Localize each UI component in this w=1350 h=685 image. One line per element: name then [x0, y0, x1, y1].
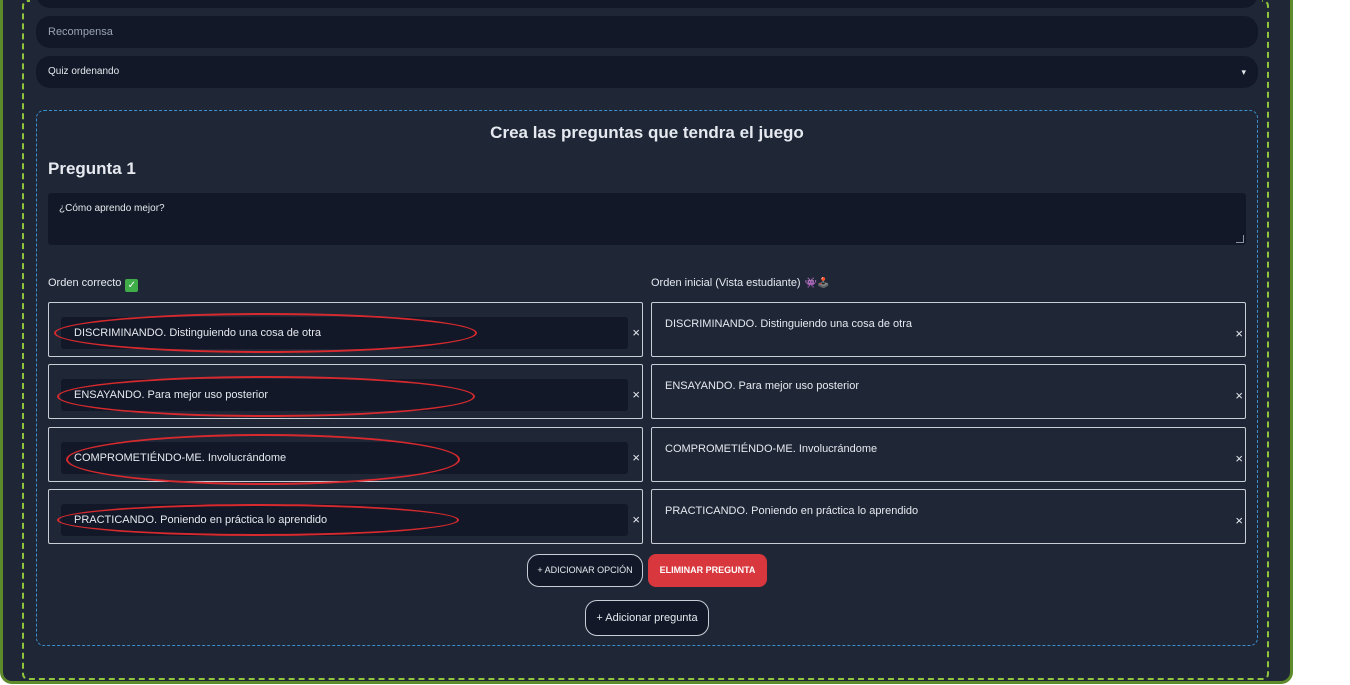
initial-option-card[interactable]: ENSAYANDO. Para mejor uso posterior ×: [651, 364, 1246, 419]
game-type-select[interactable]: Quiz ordenando ▾: [36, 56, 1258, 88]
correct-option-row: ENSAYANDO. Para mejor uso posterior ×: [48, 364, 643, 419]
initial-order-label: Orden inicial (Vista estudiante) 👾🕹️: [651, 277, 830, 289]
check-icon: ✓: [125, 279, 139, 292]
correct-option-input[interactable]: ENSAYANDO. Para mejor uso posterior: [61, 379, 628, 411]
close-icon[interactable]: ×: [1235, 513, 1243, 528]
initial-option-text: PRACTICANDO. Poniendo en práctica lo apr…: [665, 505, 919, 517]
reward-input[interactable]: Recompensa: [36, 16, 1258, 48]
game-icons: 👾🕹️: [804, 278, 830, 289]
correct-option-row: PRACTICANDO. Poniendo en práctica lo apr…: [48, 489, 643, 544]
close-icon[interactable]: ×: [632, 325, 640, 340]
close-icon[interactable]: ×: [632, 387, 640, 402]
correct-option-row: COMPROMETIÉNDO-ME. Involucrándome ×: [48, 427, 643, 482]
caret-down-icon: ▾: [1241, 67, 1246, 77]
close-icon[interactable]: ×: [1235, 388, 1243, 403]
question-title: Pregunta 1: [48, 159, 136, 178]
game-type-selected: Quiz ordenando: [48, 66, 120, 77]
correct-option-input[interactable]: DISCRIMINANDO. Distinguiendo una cosa de…: [61, 317, 628, 349]
initial-option-text: ENSAYANDO. Para mejor uso posterior: [665, 380, 859, 392]
correct-option-row: DISCRIMINANDO. Distinguiendo una cosa de…: [48, 302, 643, 357]
correct-option-input[interactable]: COMPROMETIÉNDO-ME. Involucrándome: [61, 442, 628, 474]
initial-option-card[interactable]: PRACTICANDO. Poniendo en práctica lo apr…: [651, 489, 1246, 544]
question-textarea[interactable]: ¿Cómo aprendo mejor?: [48, 193, 1246, 245]
add-option-button[interactable]: + ADICIONAR OPCIÓN: [527, 554, 643, 587]
section-title: Crea las preguntas que tendra el juego: [490, 123, 804, 142]
correct-option-input[interactable]: PRACTICANDO. Poniendo en práctica lo apr…: [61, 504, 628, 536]
initial-option-card[interactable]: COMPROMETIÉNDO-ME. Involucrándome ×: [651, 427, 1246, 482]
correct-order-label: Orden correcto ✓: [48, 277, 139, 292]
previous-field[interactable]: [36, 0, 1258, 8]
questions-section: Crea las preguntas que tendra el juego P…: [36, 110, 1258, 646]
close-icon[interactable]: ×: [1235, 451, 1243, 466]
initial-option-text: COMPROMETIÉNDO-ME. Involucrándome: [665, 443, 878, 455]
add-question-button[interactable]: + Adicionar pregunta: [585, 600, 709, 636]
question-text: ¿Cómo aprendo mejor?: [59, 203, 165, 214]
close-icon[interactable]: ×: [632, 450, 640, 465]
resize-handle-icon[interactable]: [1236, 235, 1244, 243]
initial-option-card[interactable]: DISCRIMINANDO. Distinguiendo una cosa de…: [651, 302, 1246, 357]
initial-option-text: DISCRIMINANDO. Distinguiendo una cosa de…: [665, 318, 912, 330]
close-icon[interactable]: ×: [1235, 326, 1243, 341]
delete-question-button[interactable]: ELIMINAR PREGUNTA: [648, 554, 767, 587]
reward-placeholder: Recompensa: [48, 26, 113, 38]
close-icon[interactable]: ×: [632, 512, 640, 527]
